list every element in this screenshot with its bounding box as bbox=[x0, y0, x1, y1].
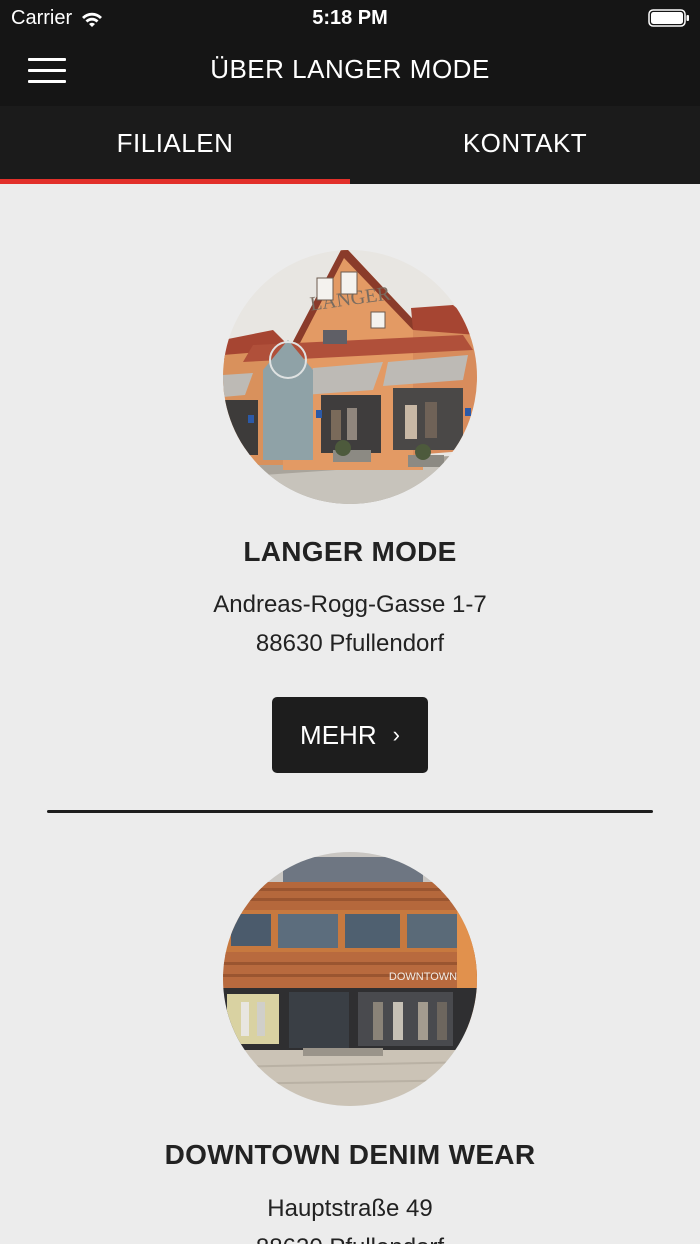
status-bar: Carrier 5:18 PM bbox=[0, 0, 700, 36]
store-city: 88630 Pfullendorf bbox=[0, 1234, 700, 1244]
page-title: ÜBER LANGER MODE bbox=[210, 54, 490, 84]
chevron-right-icon: › bbox=[392, 722, 400, 747]
mehr-button-label: MEHR bbox=[300, 719, 377, 750]
store-name: LANGER MODE bbox=[243, 536, 457, 567]
divider bbox=[47, 810, 653, 813]
store-photo: DOWNTOWN bbox=[223, 852, 477, 1106]
store-photo: LANGER bbox=[223, 250, 477, 504]
nav-bar: ÜBER LANGER MODE bbox=[0, 36, 700, 106]
status-time: 5:18 PM bbox=[312, 7, 388, 29]
tab-filialen[interactable]: FILIALEN bbox=[0, 106, 350, 184]
store-name: DOWNTOWN DENIM WEAR bbox=[164, 1139, 536, 1170]
store-street: Andreas-Rogg-Gasse 1-7 bbox=[213, 591, 487, 618]
mehr-button[interactable]: MEHR › bbox=[272, 697, 428, 773]
battery-icon bbox=[648, 9, 689, 27]
store-city: 88630 Pfullendorf bbox=[255, 630, 445, 657]
tab-bar: FILIALEN KONTAKT bbox=[0, 106, 700, 184]
svg-text:DOWNTOWN: DOWNTOWN bbox=[389, 971, 457, 983]
tab-kontakt[interactable]: KONTAKT bbox=[350, 106, 700, 184]
store-street: Hauptstraße 49 bbox=[267, 1195, 433, 1222]
